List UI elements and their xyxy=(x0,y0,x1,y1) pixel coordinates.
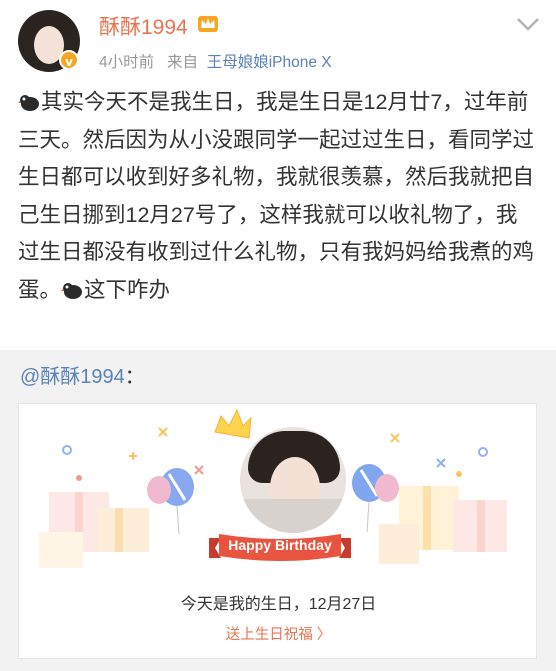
post-body: 其实今天不是我生日，我是生日是12月廿7，过年前三天。然后因为从小没跟同学一起过… xyxy=(18,84,538,309)
mention-link[interactable]: @酥酥1994 xyxy=(20,366,125,388)
blackbird-emoji-icon xyxy=(18,95,39,111)
birthday-card[interactable]: Happy Birthday 今天是我的生日，12月27日 送上生日祝福 〉 xyxy=(18,403,537,659)
birthday-avatar xyxy=(237,424,349,536)
post-text: 其实今天不是我生日，我是生日是12月廿7，过年前三天。然后因为从小没跟同学一起过… xyxy=(18,90,535,302)
crown-icon xyxy=(198,16,218,32)
username[interactable]: 酥酥1994 xyxy=(99,11,188,41)
post-text-end: 这下咋办 xyxy=(84,277,171,302)
card-title: 今天是我的生日，12月27日 xyxy=(180,596,377,613)
banner-text: Happy Birthday xyxy=(228,537,332,553)
blackbird-emoji-icon xyxy=(61,282,83,299)
post-time: 4小时前 xyxy=(99,54,155,71)
verified-badge-icon: v xyxy=(59,50,79,70)
birthday-wish-link[interactable]: 送上生日祝福 〉 xyxy=(19,623,536,644)
source-prefix: 来自 xyxy=(167,54,199,71)
post-header: v 酥酥1994 4小时前 来自 王母娘娘iPhone X xyxy=(0,0,556,80)
mention[interactable]: @酥酥1994： xyxy=(20,360,145,389)
chevron-down-icon[interactable] xyxy=(516,16,540,32)
mention-colon: ： xyxy=(124,366,145,388)
source-link[interactable]: 王母娘娘iPhone X xyxy=(207,54,332,71)
post-meta: 4小时前 来自 王母娘娘iPhone X xyxy=(99,50,332,72)
